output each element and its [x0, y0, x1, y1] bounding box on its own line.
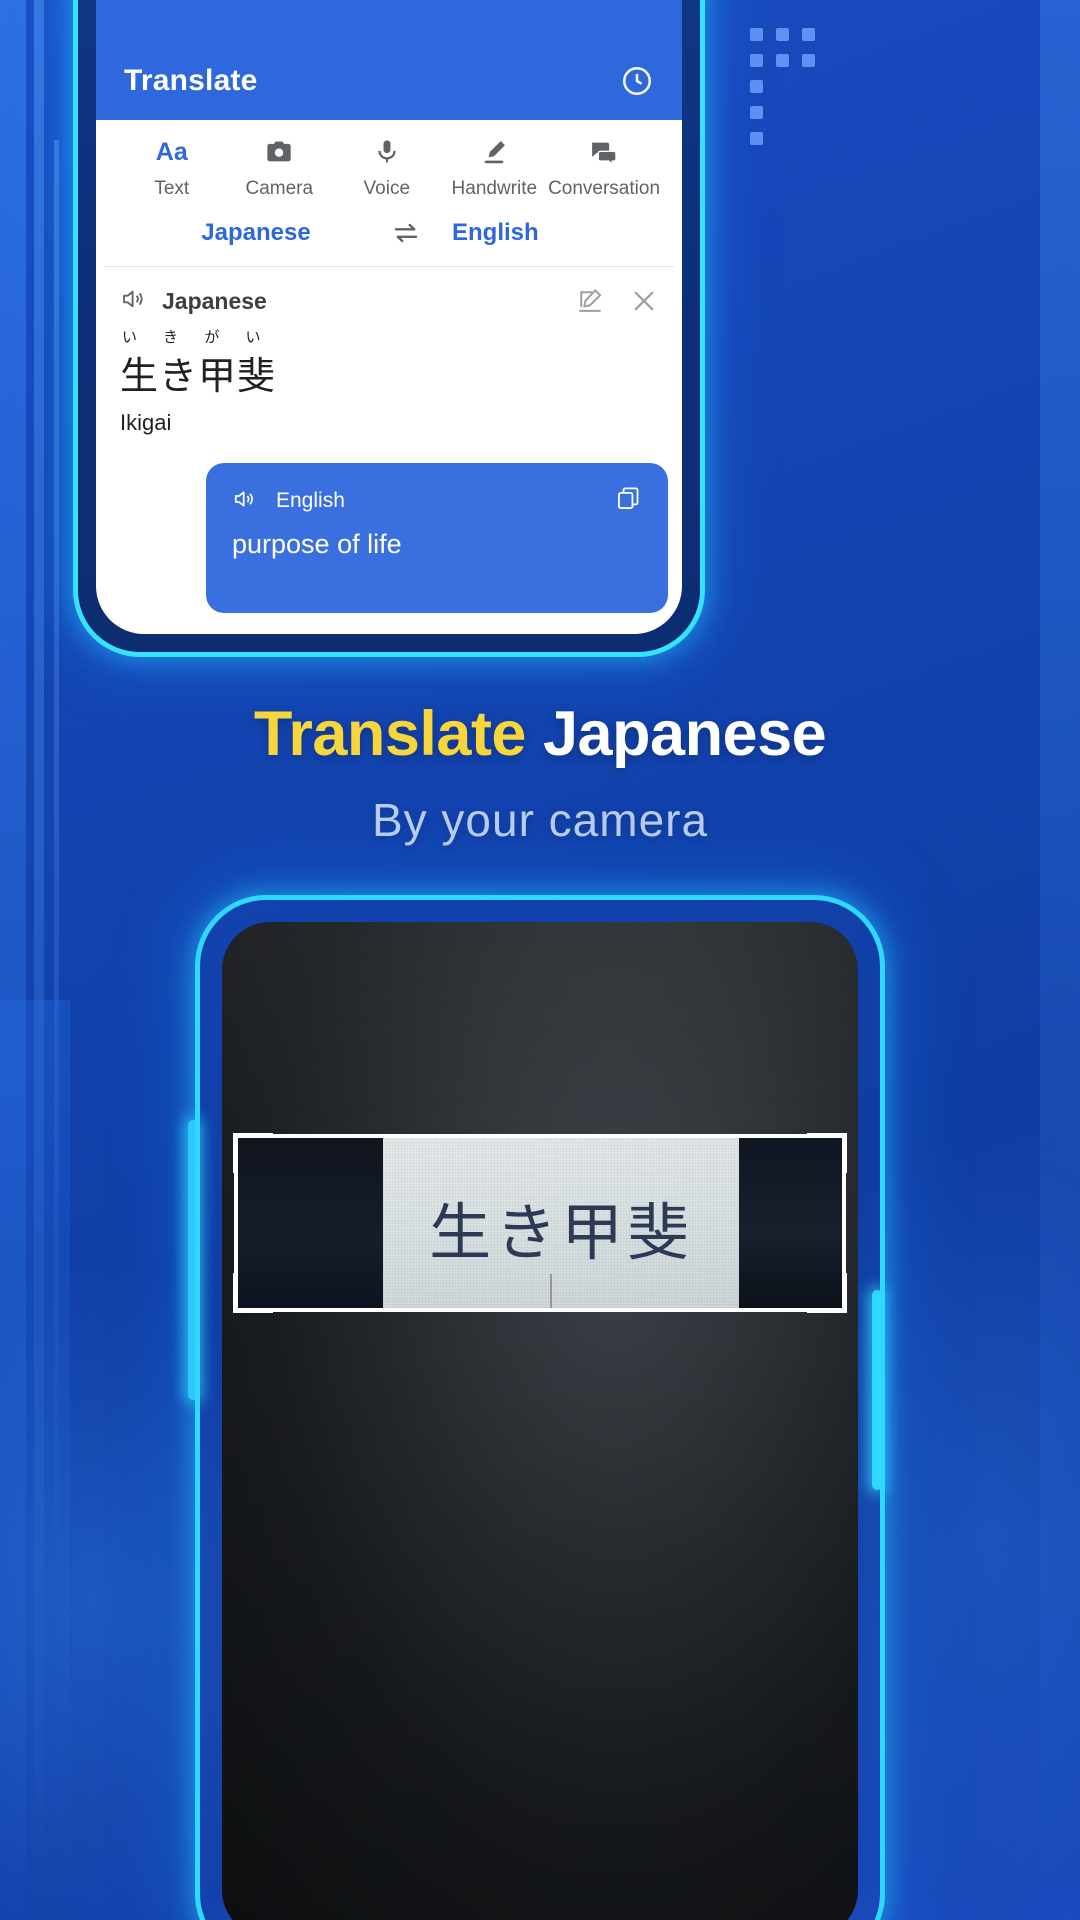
scanned-text: 生き甲斐 — [429, 1196, 694, 1269]
source-language-button[interactable]: Japanese — [126, 219, 386, 247]
microphone-icon — [373, 136, 401, 168]
neon-side-accent-left — [188, 1120, 198, 1400]
target-language-button[interactable]: English — [426, 219, 652, 247]
camera-icon — [265, 136, 293, 168]
frame-corner-bottom-left — [233, 1273, 273, 1313]
romaji-text: Ikigai — [120, 410, 172, 435]
paper-seam-line — [550, 1274, 553, 1308]
swap-arrows-icon[interactable] — [386, 218, 426, 248]
translation-result-card[interactable]: English purpose of life — [206, 463, 668, 613]
translation-language-label: English — [276, 489, 345, 512]
scanned-image-region: 生き甲斐 — [238, 1138, 842, 1308]
translation-text: purpose of life — [232, 529, 402, 559]
source-text: 生き甲斐 — [120, 356, 277, 398]
close-x-icon[interactable] — [630, 287, 658, 320]
translation-language-row: English — [232, 486, 345, 517]
tab-camera-label: Camera — [245, 178, 314, 199]
speaker-sound-icon[interactable] — [120, 285, 148, 318]
tab-text[interactable]: Aa Text — [118, 136, 226, 200]
scan-paper-surface: 生き甲斐 — [382, 1138, 740, 1308]
headline-highlight: Translate — [253, 699, 527, 769]
mode-tabs: Aa Text Camera Voice Handwrite Conversat… — [96, 120, 682, 206]
conversation-bubbles-icon — [589, 136, 619, 168]
aa-text-icon: Aa — [156, 136, 188, 168]
page-title: Translate — [124, 64, 258, 97]
source-language-label: Japanese — [162, 288, 267, 314]
translation-body: Japanese い き が い 生き甲斐 Ikigai English pur… — [96, 267, 682, 634]
tab-conversation[interactable]: Conversation — [548, 136, 660, 200]
tab-voice[interactable]: Voice — [333, 136, 441, 200]
frame-corner-top-left — [233, 1133, 273, 1173]
scan-frame-brackets: 生き甲斐 — [233, 1133, 847, 1313]
tab-conversation-label: Conversation — [548, 178, 661, 199]
furigana-reading: い き が い — [122, 329, 272, 346]
bottom-phone-mockup: 生き甲斐 — [200, 900, 880, 1920]
source-header-row: Japanese — [120, 285, 658, 320]
top-phone-mockup: Translate Aa Text Camera Voice Handwrite… — [78, 0, 700, 652]
promo-headline: Translate Japanese — [0, 698, 1080, 770]
history-clock-icon[interactable] — [620, 64, 654, 98]
app-header: Translate — [96, 0, 682, 120]
language-bar: Japanese English — [96, 206, 682, 266]
speaker-sound-icon[interactable] — [232, 486, 258, 517]
frame-corner-bottom-right — [807, 1273, 847, 1313]
dot-grid-decoration — [750, 28, 854, 158]
frame-corner-top-right — [807, 1133, 847, 1173]
aa-glyph: Aa — [155, 137, 188, 166]
translate-app-screen: Translate Aa Text Camera Voice Handwrite… — [96, 0, 682, 634]
tab-camera[interactable]: Camera — [226, 136, 334, 200]
tab-voice-label: Voice — [363, 178, 411, 199]
camera-viewfinder: 生き甲斐 — [222, 922, 858, 1920]
tab-handwrite[interactable]: Handwrite — [441, 136, 549, 200]
camera-vignette — [222, 922, 858, 1920]
tab-text-label: Text — [154, 178, 190, 199]
source-language-row: Japanese — [120, 285, 576, 318]
tab-handwrite-label: Handwrite — [451, 178, 538, 199]
copy-duplicate-icon[interactable] — [615, 485, 642, 517]
source-actions — [576, 285, 658, 320]
edit-pencil-square-icon[interactable] — [576, 287, 604, 320]
translation-card-header: English — [232, 485, 642, 517]
pen-handwrite-icon — [480, 136, 508, 168]
headline-rest: Japanese — [525, 699, 827, 769]
promo-subline: By your camera — [371, 794, 709, 846]
